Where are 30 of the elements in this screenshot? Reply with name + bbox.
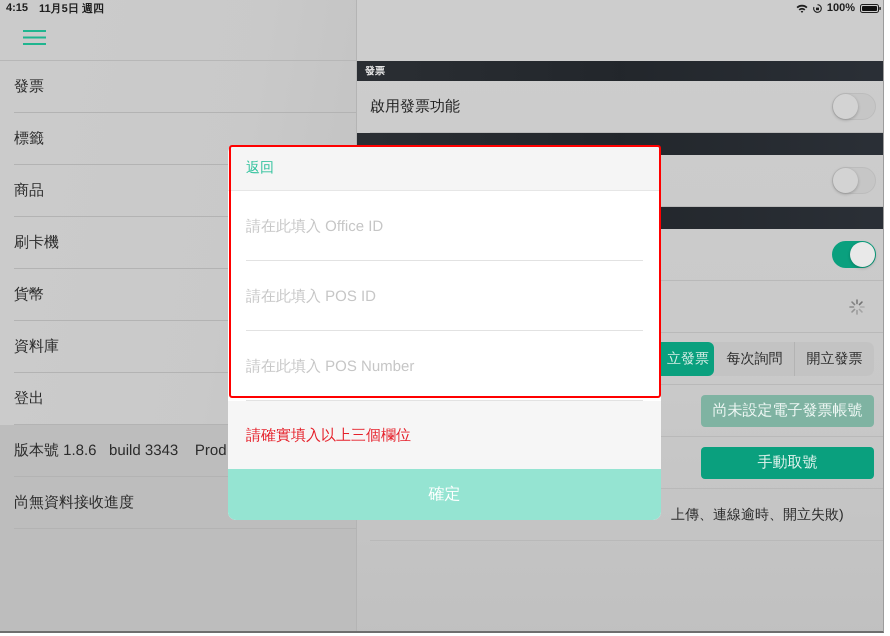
sidebar-item[interactable]: 貨幣 xyxy=(14,285,44,304)
sidebar-info-text: 版本號 1.8.6 build 3343 Prod xyxy=(14,441,227,460)
input-field[interactable]: 請在此填入 Office ID xyxy=(228,191,661,261)
sidebar-item[interactable]: 資料庫 xyxy=(14,337,59,356)
status-time: 4:15 xyxy=(6,2,28,14)
toggle-switch[interactable] xyxy=(832,93,876,120)
status-date: 11月5日 週四 xyxy=(39,2,104,16)
sidebar-item[interactable]: 發票 xyxy=(14,77,44,96)
toggle-switch[interactable] xyxy=(832,167,876,194)
sidebar-item[interactable]: 登出 xyxy=(14,389,44,408)
sidebar-item[interactable]: 刷卡機 xyxy=(14,233,59,252)
loading-spinner-icon xyxy=(849,298,865,314)
battery-percentage: 100% xyxy=(826,2,855,14)
wifi-icon xyxy=(796,4,808,12)
setting-label: 啟用發票功能 xyxy=(370,97,460,116)
input-field[interactable]: 請在此填入 POS Number xyxy=(228,331,661,401)
sidebar-item[interactable]: 標籤 xyxy=(14,129,44,148)
setting-description: 上傳、連線逾時、開立失敗) xyxy=(671,506,844,524)
battery-icon xyxy=(860,4,881,12)
sidebar-item[interactable]: 商品 xyxy=(14,181,44,200)
error-message: 請確實填入以上三個欄位 xyxy=(246,426,411,444)
toggle-switch[interactable] xyxy=(832,241,876,268)
sidebar-info-text: 尚無資料接收進度 xyxy=(14,493,134,512)
segment-option[interactable]: 開立發票 xyxy=(794,342,874,376)
menu-button[interactable] xyxy=(23,30,46,44)
menu-icon xyxy=(23,30,46,44)
rotation-lock-icon xyxy=(812,4,822,12)
segment-option[interactable]: 每次詢問 xyxy=(714,342,794,376)
input-field[interactable]: 請在此填入 POS ID xyxy=(228,261,661,331)
section-title: 發票 xyxy=(365,64,385,78)
